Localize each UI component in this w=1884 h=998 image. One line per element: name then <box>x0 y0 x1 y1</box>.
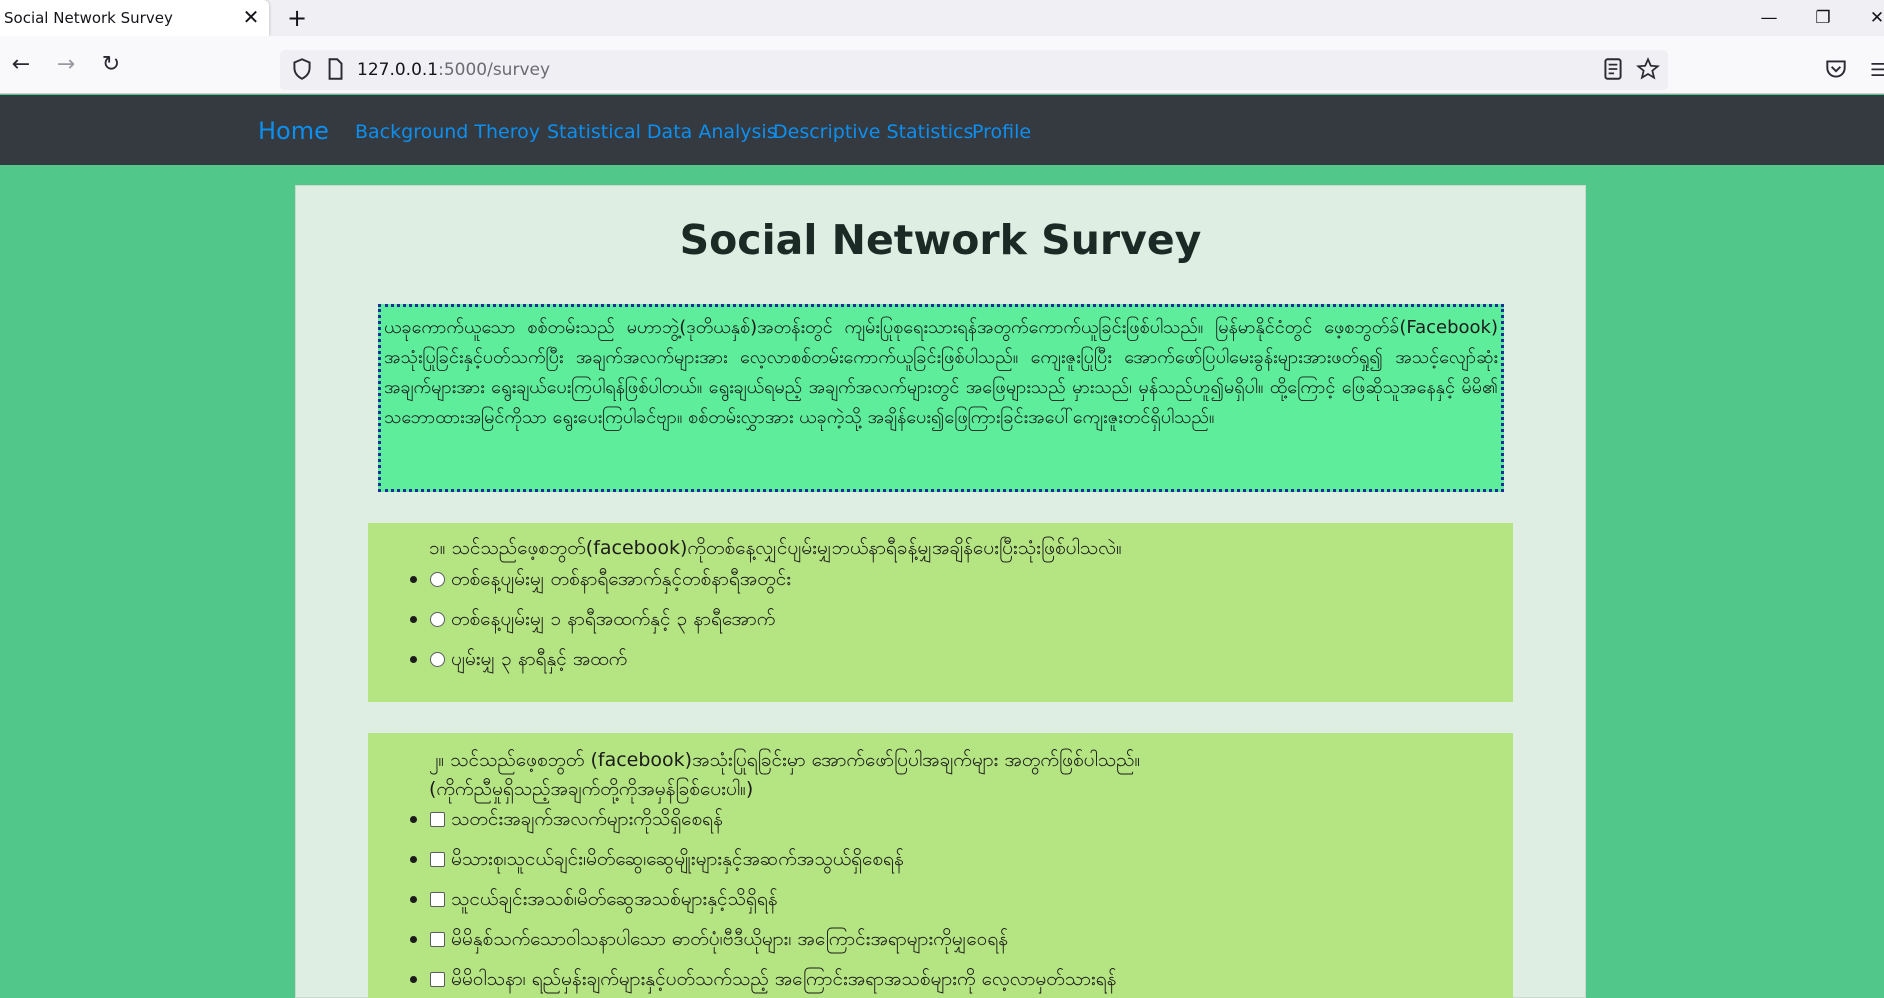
nav-link-background-theory[interactable]: Background Theroy <box>355 121 540 143</box>
bookmark-star-icon[interactable] <box>1635 56 1661 82</box>
pocket-icon[interactable] <box>1823 56 1849 82</box>
menu-icon[interactable]: ☰ <box>1870 60 1884 81</box>
q1-option-label[interactable]: တစ်နေ့ပျမ်းမျှ တစ်နာရီအောက်နှင့်တစ်နာရီအ… <box>451 562 791 596</box>
q2-option-label[interactable]: သူငယ်ချင်းအသစ်၊မိတ်ဆွေအသစ်များနှင့်သိရှိ… <box>451 882 778 916</box>
nav-link-descriptive-statistics[interactable]: Descriptive Statistics <box>773 121 973 143</box>
reload-icon[interactable]: ↻ <box>96 50 126 80</box>
q2-option-checkbox[interactable] <box>430 812 445 827</box>
browser-tab-bar: Social Network Survey ✕ + — ❐ ✕ <box>0 0 1884 36</box>
q2-option-checkbox[interactable] <box>430 972 445 987</box>
q1-option-label[interactable]: တစ်နေ့ပျမ်းမျှ ၁ နာရီအထက်နှင့် ၃ နာရီအော… <box>451 602 775 636</box>
browser-tab[interactable]: Social Network Survey ✕ <box>0 0 269 36</box>
bullet <box>410 936 417 943</box>
url-text[interactable]: 127.0.0.1:5000/survey <box>357 60 550 80</box>
minimize-icon[interactable]: — <box>1749 4 1789 32</box>
new-tab-button[interactable]: + <box>283 4 311 32</box>
q2-option-label[interactable]: သတင်းအချက်အလက်များကိုသိရှိစေရန် <box>451 802 723 836</box>
bullet <box>410 976 417 983</box>
forward-icon[interactable]: → <box>51 50 81 80</box>
url-host: 127.0.0.1 <box>357 60 439 80</box>
q2-option-checkbox[interactable] <box>430 852 445 867</box>
back-icon[interactable]: ← <box>6 50 36 80</box>
bullet <box>410 616 417 623</box>
q1-option-radio[interactable] <box>430 652 445 667</box>
nav-home-link[interactable]: Home <box>258 117 329 145</box>
page-info-icon[interactable] <box>322 56 348 82</box>
shield-icon[interactable] <box>289 56 315 82</box>
survey-intro: ယခုကောက်ယူသော စစ်တမ်းသည် မဟာဘွဲ့(ဒုတိယနှ… <box>378 304 1504 492</box>
close-window-icon[interactable]: ✕ <box>1857 4 1884 32</box>
page-title: Social Network Survey <box>679 216 1202 264</box>
restore-icon[interactable]: ❐ <box>1803 4 1843 32</box>
q1-option-radio[interactable] <box>430 572 445 587</box>
q1-option-radio[interactable] <box>430 612 445 627</box>
q2-option-label[interactable]: မိမိဝါသနာ၊ ရည်မှန်းချက်များနှင့်ပတ်သက်သည… <box>451 962 1116 996</box>
question-2-text: ၂။ သင်သည်ဖေ့စဘွတ် (facebook)အသုံးပြုရခြင… <box>429 749 1141 771</box>
bullet <box>410 896 417 903</box>
q2-option-checkbox[interactable] <box>430 932 445 947</box>
q2-option-checkbox[interactable] <box>430 892 445 907</box>
q2-option-label[interactable]: မိသားစု၊သူငယ်ချင်း၊မိတ်ဆွေ၊ဆွေမျိုးများန… <box>451 842 904 876</box>
q2-option-label[interactable]: မိမိနှစ်သက်သောဝါသနာပါသော ဓာတ်ပုံ၊ဗီဒီယို… <box>451 922 1008 956</box>
nav-link-profile[interactable]: Profile <box>972 121 1031 143</box>
url-path: :5000/survey <box>438 60 551 80</box>
tab-title: Social Network Survey <box>4 9 173 27</box>
tab-close-icon[interactable]: ✕ <box>240 6 262 28</box>
question-2-instruction: (ကိုက်ညီမှုရှိသည့်အချက်တို့ကိုအမှန်ခြစ်ပ… <box>429 778 754 800</box>
reader-view-icon[interactable] <box>1600 56 1626 82</box>
bullet <box>410 576 417 583</box>
q1-option-label[interactable]: ပျမ်းမျှ ၃ နာရီနှင့် အထက် <box>451 642 627 676</box>
nav-link-statistical-data-analysis[interactable]: Statistical Data Analysis <box>547 121 777 143</box>
bullet <box>410 856 417 863</box>
bullet <box>410 816 417 823</box>
question-1-text: ၁။ သင်သည်ဖေ့စဘွတ်(facebook)ကိုတစ်နေ့လျှင… <box>429 537 1122 559</box>
bullet <box>410 656 417 663</box>
